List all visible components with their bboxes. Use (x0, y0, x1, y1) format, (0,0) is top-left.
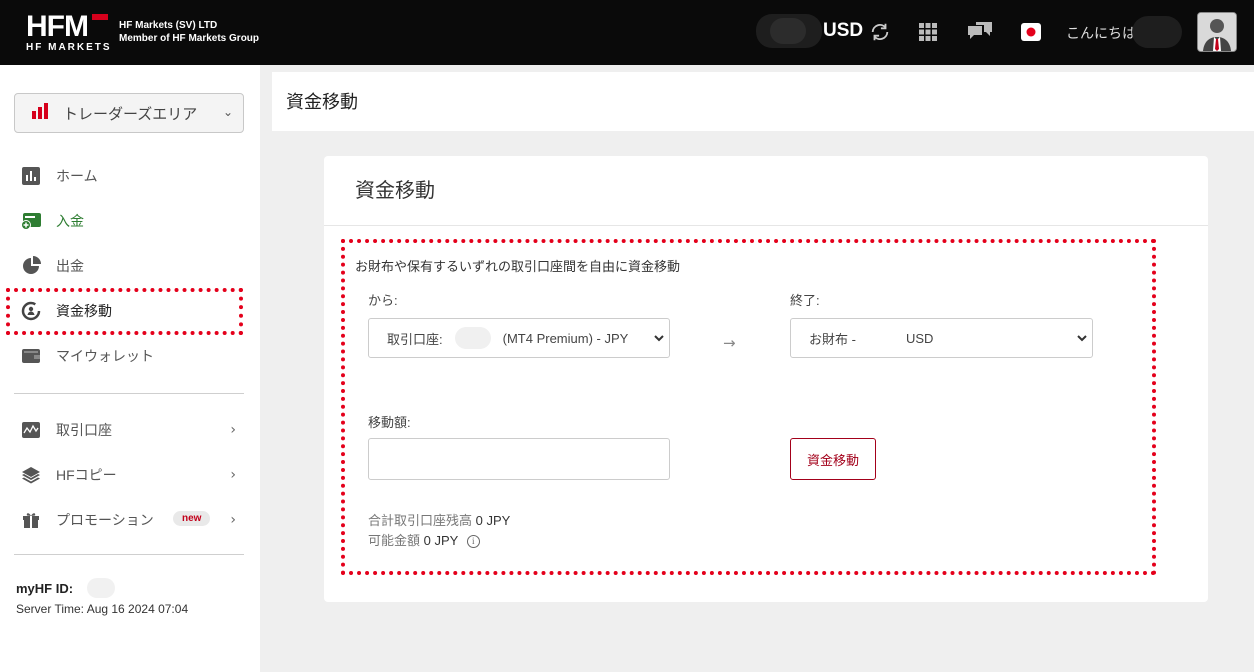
chevron-down-icon: ⌄ (222, 105, 233, 119)
logo-accent (92, 14, 108, 20)
chevron-down-icon (1076, 331, 1088, 348)
chevron-right-icon: › (230, 467, 236, 483)
to-value-prefix: お財布 - (809, 331, 856, 347)
transfer-card: 資金移動 お財布や保有するいずれの取引口座間を自由に資金移動 から: 取引口座:… (324, 156, 1208, 602)
myhf-id-label: myHF ID: (16, 581, 74, 596)
logo-text: HFM (26, 10, 89, 43)
from-account-select[interactable]: 取引口座: (MT4 Premium) - JPY (368, 318, 670, 358)
sidebar-item-promotions[interactable]: プロモーション new › (14, 502, 244, 538)
sidebar-item-label: 入金 (56, 213, 84, 229)
greeting-text: こんにちは (1066, 25, 1136, 41)
myhf-id-mask (87, 578, 115, 598)
total-balance: 合計取引口座残高 0 JPY (368, 510, 510, 529)
account-number-mask (454, 327, 491, 349)
sidebar-divider (14, 393, 244, 394)
info-icon[interactable]: i (466, 535, 480, 548)
trading-account-icon (20, 419, 42, 441)
sidebar-divider (14, 554, 244, 555)
sidebar-item-wallet[interactable]: マイウォレット (14, 338, 244, 374)
sidebar-item-hf-copy[interactable]: HFコピー › (14, 457, 244, 493)
avatar[interactable] (1197, 12, 1237, 52)
withdraw-icon (20, 255, 42, 277)
new-badge: new (173, 511, 211, 526)
gift-icon (20, 509, 42, 531)
sidebar-item-home[interactable]: ホーム (14, 158, 244, 194)
to-value-suffix: USD (905, 330, 934, 346)
balance-mask-inner (770, 18, 806, 44)
sidebar-item-label: プロモーション (56, 512, 154, 528)
hfm-logo[interactable]: HFM HF MARKETS (26, 10, 112, 54)
highlight-box-sidebar (6, 288, 243, 335)
chevron-down-icon (649, 331, 665, 348)
transfer-submit-button[interactable]: 資金移動 (790, 438, 876, 480)
wallet-icon (20, 345, 42, 367)
page-header: 資金移動 (272, 72, 1254, 131)
card-title: 資金移動 (355, 180, 435, 202)
traders-area-select[interactable]: トレーダーズエリア ⌄ (14, 93, 244, 133)
chart-icon (20, 165, 42, 187)
sidebar-item-withdraw[interactable]: 出金 (14, 248, 244, 284)
apps-grid-icon[interactable] (915, 18, 941, 46)
company-info: HF Markets (SV) LTD Member of HF Markets… (119, 19, 259, 45)
bar-chart-icon (31, 103, 49, 123)
to-label: 終了: (790, 293, 820, 308)
to-wallet-select[interactable]: お財布 - USD (790, 318, 1093, 358)
username-mask (1132, 16, 1182, 48)
chat-icon[interactable] (965, 18, 995, 46)
from-label: から: (368, 293, 398, 308)
sidebar-item-trading-accounts[interactable]: 取引口座 › (14, 412, 244, 448)
layers-icon (20, 464, 42, 486)
deposit-icon (20, 210, 42, 232)
sidebar-item-label: 取引口座 (56, 422, 112, 438)
company-name: HF Markets (SV) LTD (119, 20, 218, 31)
from-value-prefix: 取引口座: (387, 331, 443, 347)
sidebar-item-label: ホーム (56, 168, 98, 184)
logo-subtitle: HF MARKETS (26, 42, 112, 53)
from-value-suffix: (MT4 Premium) - JPY (502, 330, 629, 346)
refresh-icon[interactable] (867, 18, 893, 46)
sidebar-item-label: HFコピー (56, 467, 117, 483)
arrow-right-icon: → (723, 334, 736, 352)
top-bar: HFM HF MARKETS HF Markets (SV) LTD Membe… (0, 0, 1254, 65)
chevron-right-icon: › (230, 512, 236, 528)
sidebar: トレーダーズエリア ⌄ ホーム 入金 出金 資金移動 マイウォレット 取引口座 … (0, 65, 260, 672)
total-balance-label: 合計取引口座残高 (368, 513, 473, 528)
sidebar-item-label: 出金 (56, 258, 84, 274)
available-label: 可能金額 (368, 533, 421, 548)
card-divider (324, 225, 1208, 226)
transfer-description: お財布や保有するいずれの取引口座間を自由に資金移動 (355, 259, 681, 274)
amount-label: 移動額: (368, 415, 411, 430)
available-amount: 可能金額 0 JPY i (368, 530, 480, 549)
flag-japan-icon[interactable] (1018, 18, 1044, 46)
currency-label[interactable]: USD (823, 20, 863, 42)
page-title: 資金移動 (286, 92, 358, 112)
traders-area-label: トレーダーズエリア (63, 105, 198, 123)
amount-input[interactable] (368, 438, 670, 480)
chevron-right-icon: › (230, 422, 236, 438)
server-time: Server Time: Aug 16 2024 07:04 (16, 602, 189, 616)
available-value: 0 JPY (423, 533, 459, 548)
sidebar-item-label: マイウォレット (56, 348, 154, 364)
company-group: Member of HF Markets Group (119, 33, 260, 44)
sidebar-item-deposit[interactable]: 入金 (14, 203, 244, 239)
total-balance-value: 0 JPY (475, 513, 511, 528)
